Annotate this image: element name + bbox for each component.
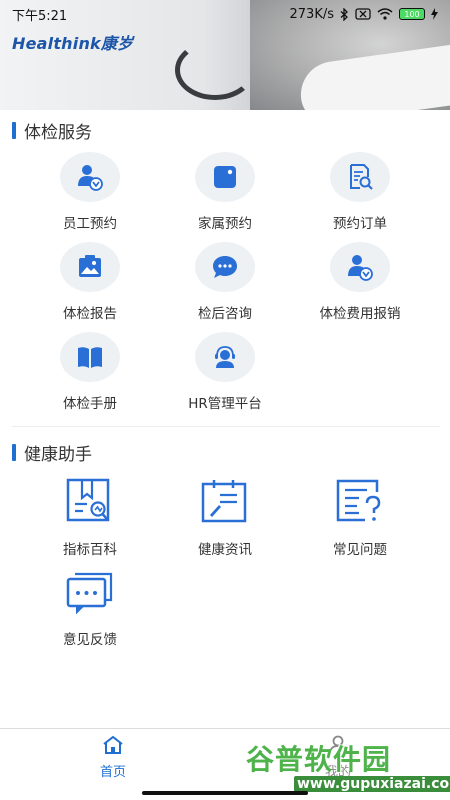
health-news-label: 健康资讯 — [198, 542, 252, 558]
status-time: 下午5:21 — [12, 8, 68, 24]
banner-photo-stethoscope — [175, 40, 255, 100]
indicator-wiki-label: 指标百科 — [63, 542, 117, 558]
employee-booking-button[interactable]: 员工预约 — [15, 152, 165, 232]
wifi-icon — [377, 8, 393, 20]
hr-headset-icon — [195, 332, 255, 382]
exam-report-button[interactable]: 体检报告 — [15, 242, 165, 322]
home-indicator — [142, 791, 308, 795]
section-title-text: 健康助手 — [24, 445, 92, 465]
section-accent-bar — [12, 444, 16, 461]
family-booking-button[interactable]: 家属预约 — [150, 152, 300, 232]
home-icon — [103, 735, 123, 754]
family-card-icon — [195, 152, 255, 202]
hr-platform-label: HR管理平台 — [188, 396, 262, 412]
faq-icon — [330, 474, 390, 528]
report-image-icon — [60, 242, 120, 292]
status-bar: 下午5:21 273K/s 100 — [0, 0, 450, 28]
charging-bolt-icon — [431, 8, 438, 20]
health-news-button[interactable]: 健康资讯 — [150, 474, 300, 558]
indicator-wiki-icon — [60, 474, 120, 528]
brand-logo: Healthink康岁 — [12, 34, 134, 53]
faq-label: 常见问题 — [333, 542, 387, 558]
booking-order-label: 预约订单 — [333, 216, 387, 232]
reimburse-user-icon — [330, 242, 390, 292]
watermark-url: www.gupuxiazai.com — [294, 776, 450, 792]
section-accent-bar — [12, 122, 16, 139]
indicator-wiki-button[interactable]: 指标百科 — [15, 474, 165, 558]
chat-bubble-icon — [195, 242, 255, 292]
battery-level: 100 — [404, 9, 420, 19]
section-title-health: 健康助手 — [12, 440, 92, 465]
watermark-title: 谷普软件园 — [246, 743, 392, 776]
health-news-icon — [195, 474, 255, 528]
booking-order-button[interactable]: 预约订单 — [285, 152, 435, 232]
nav-home-label: 首页 — [99, 765, 126, 780]
employee-booking-label: 员工预约 — [63, 216, 117, 232]
feedback-chat-icon — [60, 564, 120, 618]
sim-off-icon — [355, 8, 371, 20]
hr-platform-button[interactable]: HR管理平台 — [150, 332, 300, 412]
faq-button[interactable]: 常见问题 — [285, 474, 435, 558]
exam-report-label: 体检报告 — [63, 306, 117, 322]
nav-home[interactable]: 首页 — [53, 735, 173, 780]
section-divider — [12, 426, 440, 427]
feedback-button[interactable]: 意见反馈 — [15, 564, 165, 648]
section-title-exam: 体检服务 — [12, 118, 92, 143]
battery-icon: 100 — [399, 8, 425, 20]
book-icon — [60, 332, 120, 382]
employee-badge-icon — [60, 152, 120, 202]
site-watermark: 谷普软件园 www.gupuxiazai.com — [246, 738, 450, 796]
header-banner: 下午5:21 273K/s 100 Healthink康岁 — [0, 0, 450, 110]
feedback-label: 意见反馈 — [63, 632, 117, 648]
exam-handbook-button[interactable]: 体检手册 — [15, 332, 165, 412]
post-exam-consult-button[interactable]: 检后咨询 — [150, 242, 300, 322]
section-title-text: 体检服务 — [24, 123, 92, 143]
status-indicators: 273K/s 100 — [289, 6, 438, 22]
network-speed: 273K/s — [289, 6, 335, 22]
post-exam-consult-label: 检后咨询 — [198, 306, 252, 322]
exam-handbook-label: 体检手册 — [63, 396, 117, 412]
bluetooth-icon — [340, 7, 348, 21]
expense-reimburse-label: 体检费用报销 — [319, 306, 401, 322]
order-search-icon — [330, 152, 390, 202]
expense-reimburse-button[interactable]: 体检费用报销 — [285, 242, 435, 322]
family-booking-label: 家属预约 — [198, 216, 252, 232]
